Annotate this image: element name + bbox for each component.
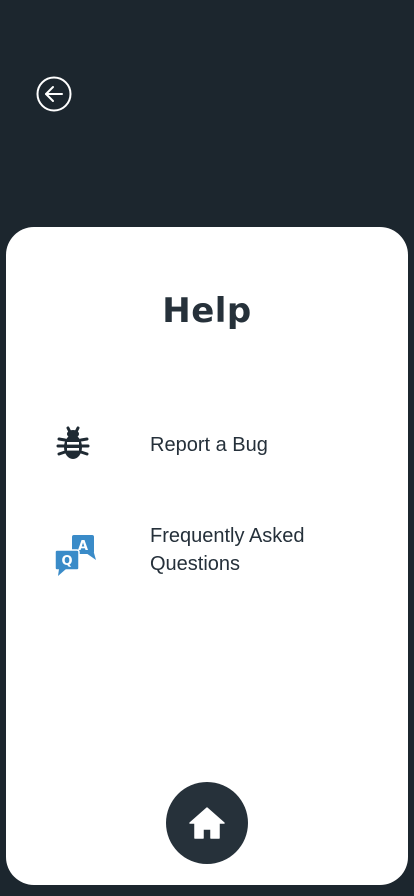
report-bug-label: Report a Bug <box>150 434 268 456</box>
faq-label: Frequently Asked Questions <box>150 525 305 575</box>
qa-chat-icon: A Q <box>54 535 96 576</box>
faq-item[interactable]: A Q Frequently Asked Questions <box>6 517 408 585</box>
svg-text:Q: Q <box>61 554 72 569</box>
back-button[interactable] <box>36 76 72 112</box>
page-title: Help <box>162 291 252 331</box>
report-bug-item[interactable]: Report a Bug <box>6 419 408 471</box>
help-card: Help Report a Bug A Q Frequently Asked Q… <box>6 227 408 885</box>
home-icon <box>189 807 225 839</box>
arrow-left-circle-icon <box>36 76 72 112</box>
bug-icon <box>56 426 90 459</box>
home-button[interactable] <box>166 782 248 864</box>
